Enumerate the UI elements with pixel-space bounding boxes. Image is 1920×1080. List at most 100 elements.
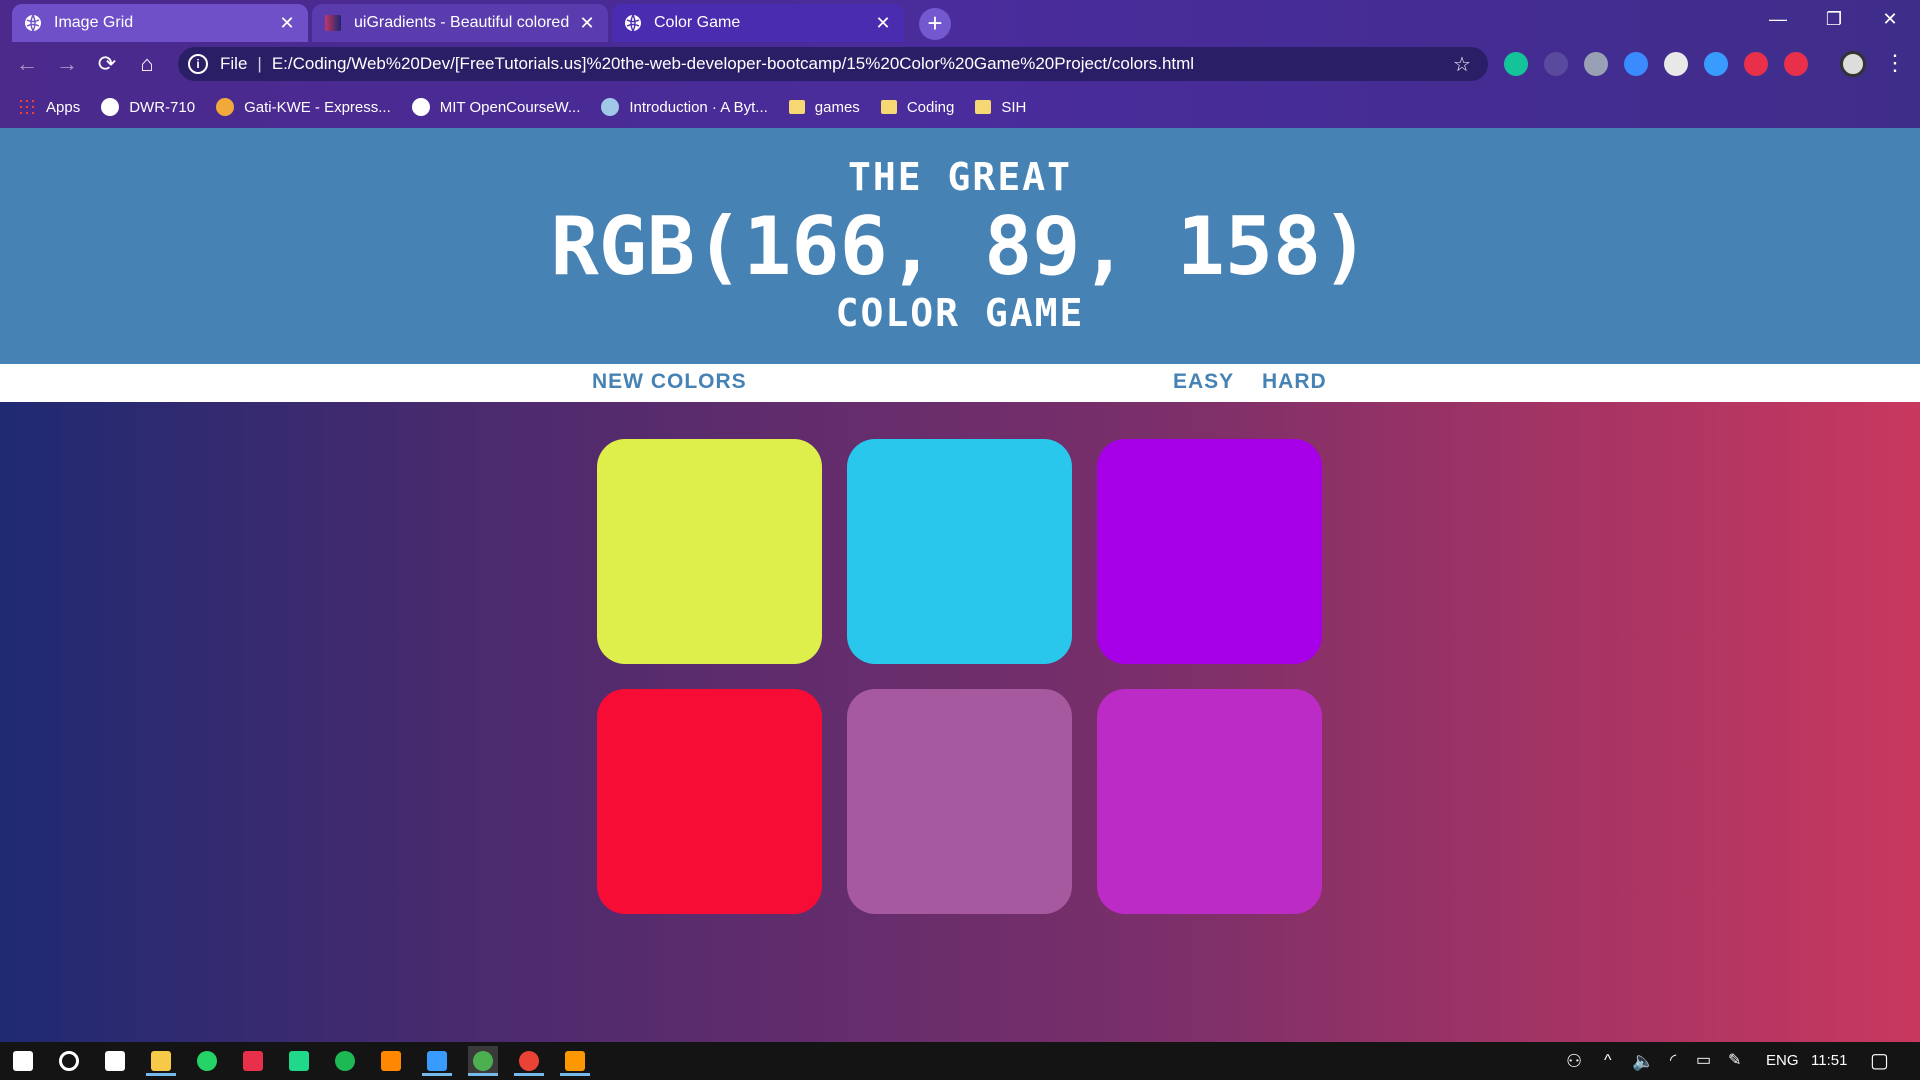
close-window-button[interactable]: ✕ bbox=[1862, 0, 1918, 38]
language-indicator[interactable]: ENG bbox=[1766, 1042, 1799, 1080]
chrome-menu-button[interactable]: ⋮ bbox=[1884, 50, 1906, 76]
bookmarks-bar: Apps DWR-710 Gati-KWE - Express... MIT Open… bbox=[0, 86, 1920, 128]
bookmark-label: Coding bbox=[906, 98, 955, 116]
folder-icon bbox=[880, 100, 897, 114]
rgb-display: RGB(166, 89, 158) bbox=[550, 200, 1370, 293]
url-separator: | bbox=[257, 54, 262, 73]
whatsapp-icon-glyph bbox=[197, 1051, 217, 1071]
back-button[interactable]: ← bbox=[14, 51, 40, 77]
bookmark-item[interactable]: Introduction · A Byt... bbox=[601, 98, 768, 116]
reload-button[interactable]: ⟳ bbox=[94, 51, 120, 77]
whatsapp-icon[interactable] bbox=[192, 1046, 222, 1076]
search-ext-icon[interactable] bbox=[1704, 52, 1728, 76]
wave-icon[interactable] bbox=[1624, 52, 1648, 76]
pycharm-icon[interactable] bbox=[284, 1046, 314, 1076]
sublime-icon-glyph bbox=[565, 1051, 585, 1071]
pycharm-icon-glyph bbox=[289, 1051, 309, 1071]
volume-icon[interactable]: 🔈 bbox=[1632, 1042, 1654, 1080]
forward-button[interactable]: → bbox=[54, 51, 80, 77]
chrome-alt-icon[interactable] bbox=[514, 1046, 544, 1076]
spotify-icon[interactable] bbox=[330, 1046, 360, 1076]
book-icon bbox=[601, 98, 620, 116]
bookmark-item[interactable]: MIT OpenCourseW... bbox=[411, 98, 581, 116]
chevron-up-icon[interactable]: ^ bbox=[1604, 1042, 1612, 1080]
bookmark-label: Gati-KWE - Express... bbox=[244, 98, 391, 116]
home-button[interactable]: ⌂ bbox=[134, 51, 160, 77]
shield-ext-icon[interactable] bbox=[1784, 52, 1808, 76]
clock[interactable]: 11:51 bbox=[1811, 1042, 1847, 1080]
globe-icon bbox=[101, 98, 120, 116]
bookmark-label: DWR-710 bbox=[129, 98, 196, 116]
toolbar: ← → ⟳ ⌂ i File | E:/Coding/Web%20Dev/[Fr… bbox=[0, 42, 1920, 86]
tab-strip: Image Grid ✕ uiGradients - Beautiful col… bbox=[0, 0, 1920, 42]
color-square-2[interactable] bbox=[847, 439, 1072, 664]
sublime-icon[interactable] bbox=[560, 1046, 590, 1076]
file-explorer-icon[interactable] bbox=[146, 1046, 176, 1076]
vlc-icon[interactable] bbox=[376, 1046, 406, 1076]
pen-icon[interactable]: ✎ bbox=[1728, 1042, 1741, 1080]
bookmark-label: Introduction · A Byt... bbox=[629, 98, 768, 116]
people-icon[interactable]: ⚇ bbox=[1566, 1042, 1582, 1080]
color-square-1[interactable] bbox=[597, 439, 822, 664]
profile-avatar[interactable] bbox=[1840, 51, 1866, 77]
tab-title: Image Grid bbox=[54, 14, 134, 31]
close-icon[interactable]: ✕ bbox=[578, 13, 596, 33]
bookmark-item[interactable]: Apps bbox=[18, 98, 80, 116]
restore-button[interactable]: ❐ bbox=[1806, 0, 1862, 38]
tab-color-game[interactable]: Color Game ✕ bbox=[612, 4, 904, 42]
title-top: THE GREAT bbox=[848, 155, 1072, 199]
devtools-icon[interactable] bbox=[1544, 52, 1568, 76]
windows-start-icon-glyph bbox=[13, 1051, 33, 1071]
grammarly-icon[interactable] bbox=[1504, 52, 1528, 76]
terminal-icon[interactable] bbox=[422, 1046, 452, 1076]
notifications-icon[interactable]: ▢ bbox=[1870, 1042, 1889, 1080]
camera-icon[interactable] bbox=[1584, 52, 1608, 76]
gati-icon bbox=[216, 98, 235, 116]
tab-uigradients[interactable]: uiGradients - Beautiful colored gradient… bbox=[312, 4, 608, 42]
color-game-page: THE GREAT RGB(166, 89, 158) COLOR GAME N… bbox=[0, 128, 1920, 1042]
spotify-icon-glyph bbox=[335, 1051, 355, 1071]
color-square-5[interactable] bbox=[847, 689, 1072, 914]
close-icon[interactable]: ✕ bbox=[278, 13, 296, 33]
speed-icon[interactable] bbox=[1664, 52, 1688, 76]
browser-chrome: Image Grid ✕ uiGradients - Beautiful col… bbox=[0, 0, 1920, 128]
color-square-3[interactable] bbox=[1097, 439, 1322, 664]
bookmark-label: MIT OpenCourseW... bbox=[439, 98, 581, 116]
title-bottom: COLOR GAME bbox=[835, 291, 1085, 335]
hard-button[interactable]: HARD bbox=[1262, 370, 1327, 394]
chrome-icon[interactable] bbox=[468, 1046, 498, 1076]
color-square-6[interactable] bbox=[1097, 689, 1322, 914]
cortana-search-icon[interactable] bbox=[54, 1046, 84, 1076]
chrome-alt-icon-glyph bbox=[519, 1051, 539, 1071]
pinterest-ext-icon[interactable] bbox=[1744, 52, 1768, 76]
bookmark-star-icon[interactable]: ☆ bbox=[1450, 52, 1474, 77]
bookmark-item[interactable]: Coding bbox=[880, 98, 955, 116]
new-tab-button[interactable]: + bbox=[919, 8, 951, 40]
task-view-icon[interactable] bbox=[100, 1046, 130, 1076]
close-icon[interactable]: ✕ bbox=[874, 13, 892, 33]
game-header: THE GREAT RGB(166, 89, 158) COLOR GAME bbox=[0, 128, 1920, 364]
controls-stripe: NEW COLORS EASY HARD bbox=[0, 364, 1920, 402]
url-text[interactable]: E:/Coding/Web%20Dev/[FreeTutorials.us]%2… bbox=[272, 54, 1450, 74]
wifi-icon[interactable]: ◜ bbox=[1670, 1042, 1676, 1080]
bookmark-item[interactable]: Gati-KWE - Express... bbox=[216, 98, 391, 116]
site-info-icon[interactable]: i bbox=[188, 54, 208, 74]
mit-ocw-icon bbox=[411, 98, 430, 116]
windows-start-icon[interactable] bbox=[8, 1046, 38, 1076]
bookmark-label: SIH bbox=[1001, 98, 1027, 116]
address-bar[interactable]: i File | E:/Coding/Web%20Dev/[FreeTutori… bbox=[178, 47, 1488, 81]
easy-button[interactable]: EASY bbox=[1173, 370, 1234, 394]
minimize-button[interactable]: — bbox=[1750, 0, 1806, 38]
file-explorer-icon-glyph bbox=[151, 1051, 171, 1071]
bookmark-item[interactable]: SIH bbox=[975, 99, 1026, 116]
cortana-search-icon-glyph bbox=[59, 1051, 79, 1071]
bookmark-item[interactable]: games bbox=[788, 98, 860, 116]
bookmark-item[interactable]: DWR-710 bbox=[101, 98, 195, 116]
battery-icon[interactable]: ▭ bbox=[1696, 1042, 1711, 1080]
new-colors-button[interactable]: NEW COLORS bbox=[592, 370, 747, 394]
bookmark-label: games bbox=[814, 98, 860, 116]
color-square-4[interactable] bbox=[597, 689, 822, 914]
tab-image-grid[interactable]: Image Grid ✕ bbox=[12, 4, 308, 42]
chrome-icon-glyph bbox=[473, 1051, 493, 1071]
intellij-icon[interactable] bbox=[238, 1046, 268, 1076]
